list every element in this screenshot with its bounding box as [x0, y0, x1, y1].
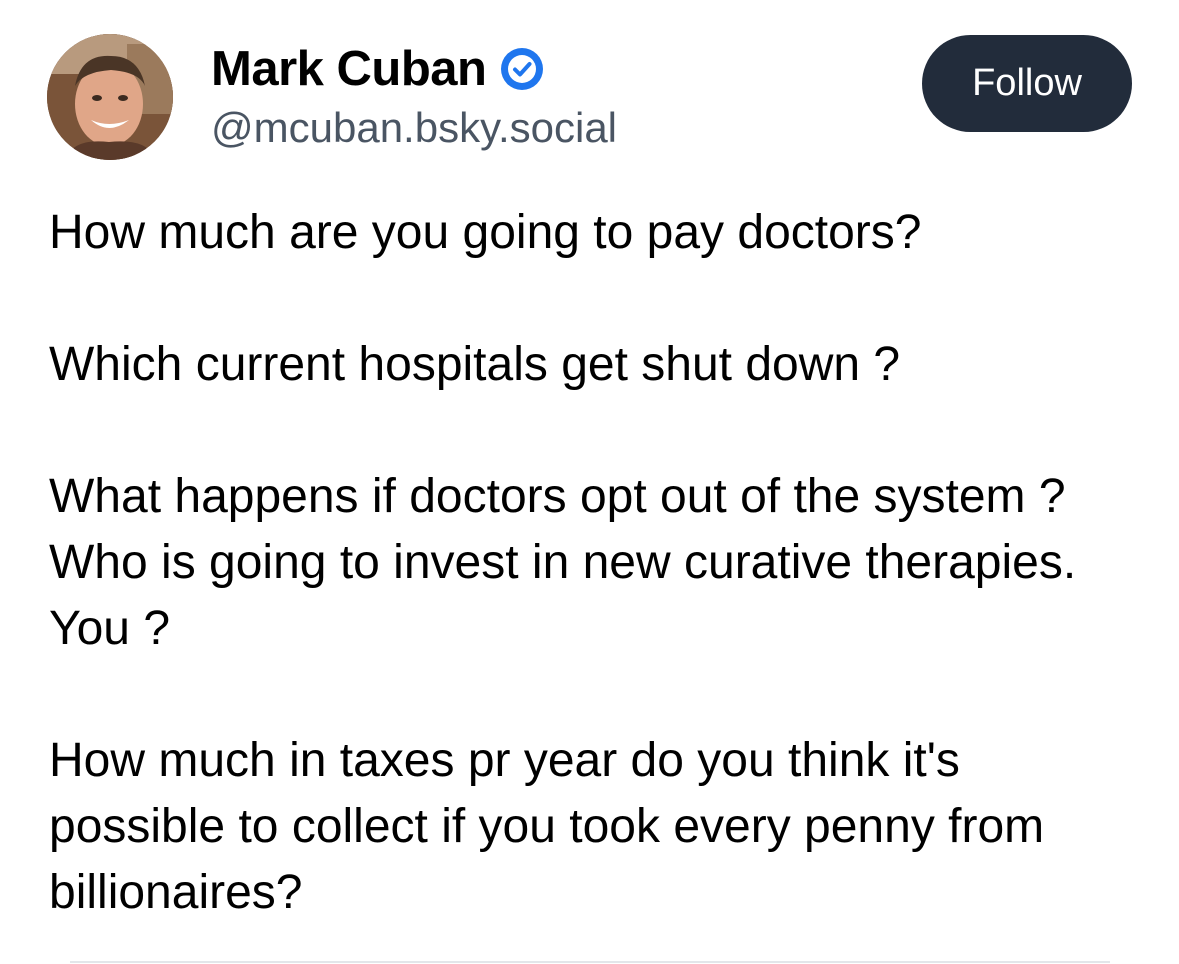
avatar[interactable]	[47, 34, 173, 160]
post-paragraph-1: How much are you going to pay doctors?	[49, 206, 922, 259]
post-card: Mark Cuban @mcuban.bsky.social Follow Ho…	[0, 0, 1179, 964]
follow-button[interactable]: Follow	[922, 35, 1132, 132]
divider	[70, 961, 1110, 963]
post-paragraph-2: Which current hospitals get shut down ?	[49, 338, 901, 391]
author-block: Mark Cuban @mcuban.bsky.social	[211, 38, 617, 152]
avatar-photo	[47, 34, 173, 160]
post-text: How much are you going to pay doctors? W…	[49, 200, 1139, 926]
author-name-row: Mark Cuban	[211, 38, 617, 100]
post-paragraph-4: How much in taxes pr year do you think i…	[49, 734, 1058, 919]
verified-check-icon	[500, 47, 544, 91]
author-display-name[interactable]: Mark Cuban	[211, 41, 487, 97]
author-handle[interactable]: @mcuban.bsky.social	[211, 104, 617, 152]
post-paragraph-3: What happens if doctors opt out of the s…	[49, 470, 1103, 655]
